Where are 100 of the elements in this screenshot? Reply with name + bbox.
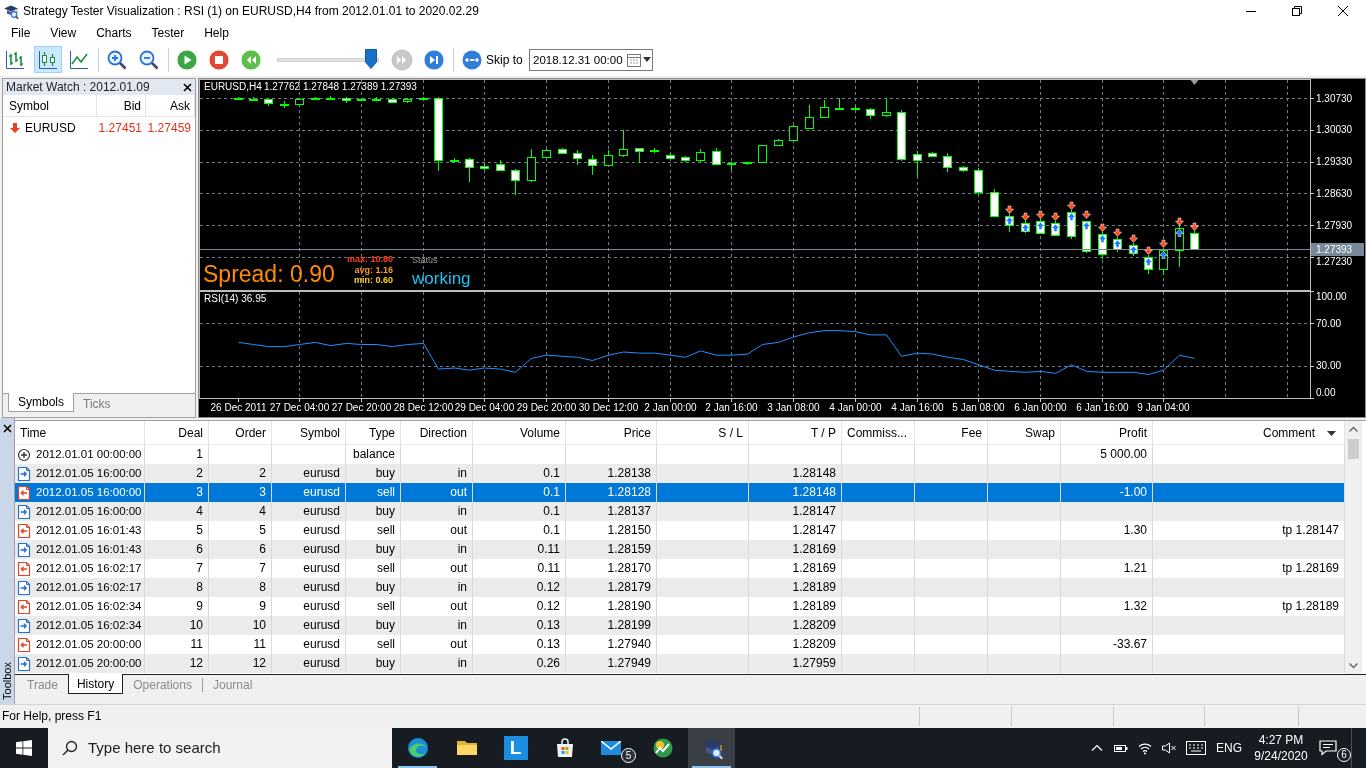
candle xyxy=(388,97,397,104)
document-arrow-left-icon xyxy=(17,636,31,653)
close-icon[interactable] xyxy=(1338,6,1348,16)
search-field[interactable]: Type here to search xyxy=(88,728,392,768)
time-axis-label: 28 Dec 12:00 xyxy=(393,402,454,413)
spread-label: Spread: 0.90 xyxy=(203,261,335,287)
panel-title: Market Watch : 2012.01.09 xyxy=(6,79,150,96)
scrollbar-thumb[interactable] xyxy=(1348,439,1359,459)
time-axis-label: 5 Jan 08:00 xyxy=(952,402,1005,413)
table-row[interactable]: 2012.01.05 20:00:00 11 11 eurusd sell out 0.13 1.27940 1.28209 -33.67 xyxy=(15,635,1345,654)
toolbox-label: Toolbox xyxy=(0,662,14,700)
skip-to-button[interactable]: Skip to xyxy=(458,46,528,73)
table-row[interactable]: 2012.01.05 16:00:00 4 4 eurusd buy in 0.1 1.28137 1.28147 xyxy=(15,502,1345,521)
table-cell-text: 2012.01.05 16:02:34 xyxy=(36,617,142,633)
taskbar-button[interactable]: L xyxy=(492,728,539,768)
table-row[interactable]: 2012.01.01 00:00:00 1 balance 5 000.00 xyxy=(15,445,1345,464)
ref-line-label: 1.27393 xyxy=(1316,244,1353,255)
speaker-muted-icon[interactable] xyxy=(1161,740,1177,756)
candle xyxy=(835,97,844,110)
menu-item[interactable]: Help xyxy=(194,22,239,43)
menu-item[interactable]: View xyxy=(40,22,87,43)
envelope-icon[interactable] xyxy=(600,741,621,755)
chart-symbol-label: EURUSD,H4 xyxy=(204,81,262,92)
search-icon[interactable] xyxy=(62,740,78,756)
time-axis-label: 6 Jan 16:00 xyxy=(1076,402,1129,413)
table-row[interactable]: 2012.01.05 20:00:00 12 12 eurusd buy in 0.26 1.27949 1.27959 xyxy=(15,654,1345,673)
column-header[interactable]: Ask xyxy=(146,95,195,117)
table-row[interactable]: 2012.01.05 16:02:34 10 10 eurusd buy in 0.13 1.28199 1.28209 xyxy=(15,616,1345,635)
clock-button[interactable]: 4:27 PM 9/24/2020 xyxy=(1247,728,1315,768)
restore-icon[interactable] xyxy=(1292,6,1302,16)
candle xyxy=(913,150,922,178)
time-axis-label: 3 Jan 08:00 xyxy=(767,402,820,413)
price-axis-label: 1.29330 xyxy=(1316,156,1353,168)
slider-thumb[interactable] xyxy=(365,48,377,69)
taskbar-button[interactable] xyxy=(688,728,735,768)
window-title: Strategy Tester Visualization : RSI (1) on EURUSD,H4 from 2012.01.01 to 2020.02.29 xyxy=(23,3,479,20)
candle xyxy=(696,148,705,163)
close-icon[interactable] xyxy=(183,82,192,92)
candle xyxy=(928,151,937,157)
time-axis-label: 2 Jan 00:00 xyxy=(644,402,697,413)
candle xyxy=(280,100,289,109)
keyboard-icon[interactable] xyxy=(1186,741,1206,755)
candle xyxy=(897,109,906,162)
table-row[interactable]: 2012.01.05 16:01:43 5 5 eurusd sell out 0.1 1.28150 1.28147 1.30 tp 1.28147 xyxy=(15,521,1345,540)
candle xyxy=(805,104,814,129)
candle xyxy=(727,162,736,171)
document-arrow-right-icon xyxy=(17,541,31,558)
table-cell: 12 xyxy=(209,654,272,673)
table-cell-text: 2012.01.05 16:02:17 xyxy=(36,579,142,595)
spread-stat: min: 0.60 xyxy=(354,275,393,285)
candle xyxy=(635,147,644,164)
candle xyxy=(712,147,721,166)
candle xyxy=(604,149,613,167)
menu-item[interactable]: Charts xyxy=(86,22,142,43)
document-arrow-right-icon xyxy=(17,655,31,672)
time-axis-label: 4 Jan 16:00 xyxy=(891,402,944,413)
table-row[interactable]: 2012.01.05 16:02:34 9 9 eurusd sell out 0.12 1.28190 1.28189 1.32 tp 1.28189 xyxy=(15,597,1345,616)
close-icon[interactable] xyxy=(2,424,12,433)
tab[interactable]: Ticks xyxy=(74,394,120,413)
windows-logo-icon[interactable] xyxy=(16,740,32,756)
menu-item[interactable]: File xyxy=(1,22,41,43)
candle xyxy=(295,97,304,106)
candle xyxy=(558,147,567,154)
price-axis-label: 1.27930 xyxy=(1316,219,1353,231)
candle xyxy=(974,167,983,196)
candle xyxy=(403,97,412,104)
time-axis-label: 27 Dec 04:00 xyxy=(269,402,330,413)
price-axis-label: 1.30730 xyxy=(1316,92,1353,104)
notification-button[interactable]: 6 xyxy=(1315,728,1351,768)
language-indicator[interactable]: ENG xyxy=(1211,728,1247,768)
count-badge: 5 xyxy=(621,748,636,763)
taskbar-button[interactable]: 5 xyxy=(590,728,637,768)
document-arrow-left-icon xyxy=(17,560,31,577)
table-cell: 0.26 xyxy=(473,654,566,673)
notification-icon[interactable] xyxy=(1319,740,1337,756)
candle xyxy=(866,107,875,120)
table-cell-text: 2012.01.05 16:00:00 xyxy=(36,503,142,519)
tab[interactable]: Symbols xyxy=(8,393,74,412)
tab[interactable]: History xyxy=(67,674,124,694)
candle xyxy=(450,157,459,163)
table-row[interactable]: 2012.01.05 16:02:17 7 7 eurusd sell out 0.11 1.28170 1.28169 1.21 tp 1.28169 xyxy=(15,559,1345,578)
time-axis-label: 29 Dec 04:00 xyxy=(454,402,515,413)
document-arrow-left-icon xyxy=(17,484,31,501)
table-cell-text: 2012.01.05 16:02:34 xyxy=(36,598,142,614)
column-header[interactable]: Bid xyxy=(97,95,146,117)
table-cell-text: 2012.01.05 20:00:00 xyxy=(36,655,142,671)
candle xyxy=(527,148,536,183)
table-row[interactable]: 2012.01.05 16:01:43 6 6 eurusd buy in 0.11 1.28159 1.28169 xyxy=(15,540,1345,559)
swirl-icon[interactable] xyxy=(405,736,430,760)
caret-down-icon[interactable] xyxy=(1327,430,1336,436)
menu-item[interactable]: Tester xyxy=(141,22,195,43)
table-cell-text: 2012.01.01 00:00:00 xyxy=(36,446,142,462)
column-header[interactable]: Symbol xyxy=(3,95,97,117)
table-row[interactable]: 2012.01.05 16:00:00 3 3 eurusd sell out 0.1 1.28128 1.28148 -1.00 xyxy=(15,483,1345,502)
candle xyxy=(820,99,829,119)
table-row[interactable]: 2012.01.05 16:00:00 2 2 eurusd buy in 0.1 1.28138 1.28148 xyxy=(15,464,1345,483)
app-logo[interactable]: L xyxy=(503,736,528,760)
table-row[interactable]: 2012.01.05 16:02:17 8 8 eurusd buy in 0.12 1.28179 1.28189 xyxy=(15,578,1345,597)
time-axis-label: 4 Jan 00:00 xyxy=(829,402,882,413)
indicator-axis-label: 0.00 xyxy=(1316,387,1336,398)
